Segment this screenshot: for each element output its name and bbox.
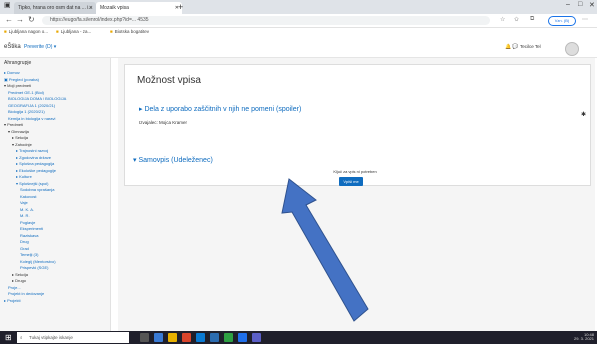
file-explorer-icon[interactable] xyxy=(168,333,177,342)
mail-icon[interactable] xyxy=(196,333,205,342)
search-icon: ⌕ xyxy=(20,335,23,340)
annotation-arrow xyxy=(281,178,369,322)
arrow-shape xyxy=(281,178,369,322)
windows-start-icon[interactable]: ⊞ xyxy=(5,333,12,342)
word-icon[interactable] xyxy=(210,333,219,342)
clock-date: 29. 3. 2021 xyxy=(573,336,594,341)
teams-icon[interactable] xyxy=(238,333,247,342)
task-view-icon[interactable] xyxy=(140,333,149,342)
app-icon[interactable] xyxy=(252,333,261,342)
edge-icon[interactable] xyxy=(154,333,163,342)
taskbar: ⊞ ⌕ Tukaj vtipkajte iskanje 10:48 29. 3.… xyxy=(0,331,597,344)
taskbar-search[interactable]: ⌕ Tukaj vtipkajte iskanje xyxy=(17,332,129,343)
system-tray[interactable]: 10:48 29. 3. 2021 xyxy=(536,333,594,341)
excel-icon[interactable] xyxy=(224,333,233,342)
office-icon[interactable] xyxy=(182,333,191,342)
search-placeholder: Tukaj vtipkajte iskanje xyxy=(29,335,73,340)
